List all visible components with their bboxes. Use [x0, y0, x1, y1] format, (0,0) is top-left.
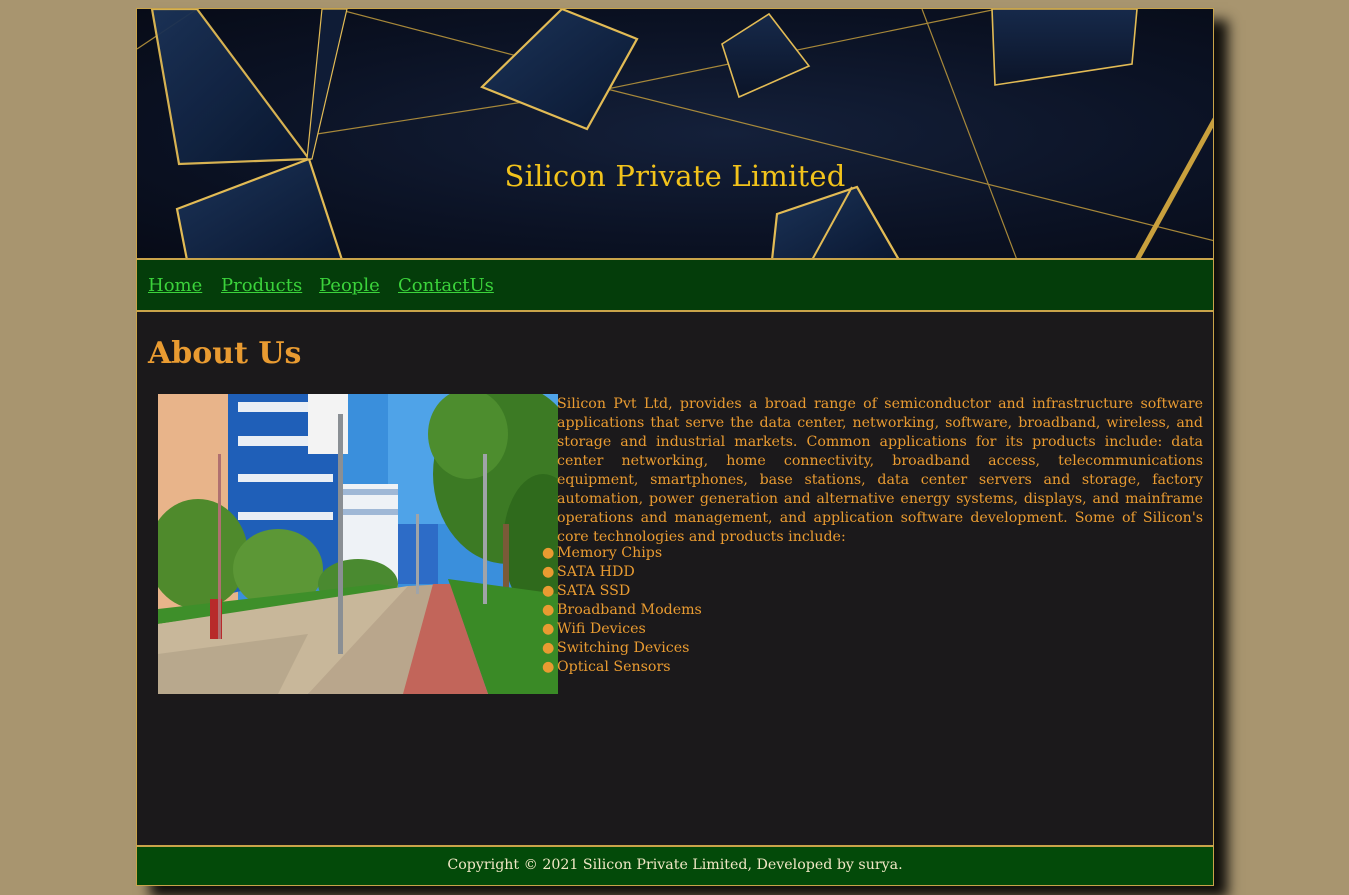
nav-link-home[interactable]: Home [148, 275, 202, 296]
nav-link-people[interactable]: People [319, 275, 380, 296]
page-title: About Us [148, 336, 302, 371]
list-item-label: Broadband Modems [557, 602, 702, 618]
page-container: Silicon Private Limited Home Products Pe… [136, 8, 1214, 886]
list-item-label: Wifi Devices [557, 621, 646, 637]
list-item: ● Switching Devices [542, 639, 702, 658]
copyright-text: Copyright © 2021 Silicon Private Limited… [447, 857, 903, 873]
bullet-icon: ● [542, 583, 555, 599]
list-item: ● SATA HDD [542, 563, 702, 582]
list-item-label: SATA SSD [557, 583, 631, 599]
bullet-icon: ● [542, 621, 555, 637]
nav-link-contactus[interactable]: ContactUs [398, 275, 494, 296]
banner: Silicon Private Limited [136, 8, 1214, 259]
bullet-icon: ● [542, 602, 555, 618]
list-item-label: Memory Chips [557, 545, 663, 561]
bullet-icon: ● [542, 640, 555, 656]
technology-list: ● Memory Chips ● SATA HDD ● SATA SSD ● Broad… [542, 544, 702, 677]
bullet-icon: ● [542, 564, 555, 580]
main-nav: Home Products People ContactUs [136, 259, 1214, 311]
nav-link-products[interactable]: Products [221, 275, 302, 296]
list-item: ● Optical Sensors [542, 658, 702, 677]
about-description: Silicon Pvt Ltd, provides a broad range … [557, 396, 1203, 545]
campus-photo [158, 394, 558, 694]
list-item-label: SATA HDD [557, 564, 635, 580]
bullet-icon: ● [542, 545, 555, 561]
site-title: Silicon Private Limited [504, 159, 846, 193]
about-section: About Us Silicon Pvt Ltd, provides a bro… [136, 311, 1214, 846]
list-item: ● Wifi Devices [542, 620, 702, 639]
geometric-banner-art [137, 9, 1213, 258]
list-item: ● Memory Chips [542, 544, 702, 563]
list-item-label: Switching Devices [557, 640, 690, 656]
bullet-icon: ● [542, 659, 555, 675]
list-item: ● Broadband Modems [542, 601, 702, 620]
footer: Copyright © 2021 Silicon Private Limited… [136, 846, 1214, 886]
list-item-label: Optical Sensors [557, 659, 671, 675]
list-item: ● SATA SSD [542, 582, 702, 601]
